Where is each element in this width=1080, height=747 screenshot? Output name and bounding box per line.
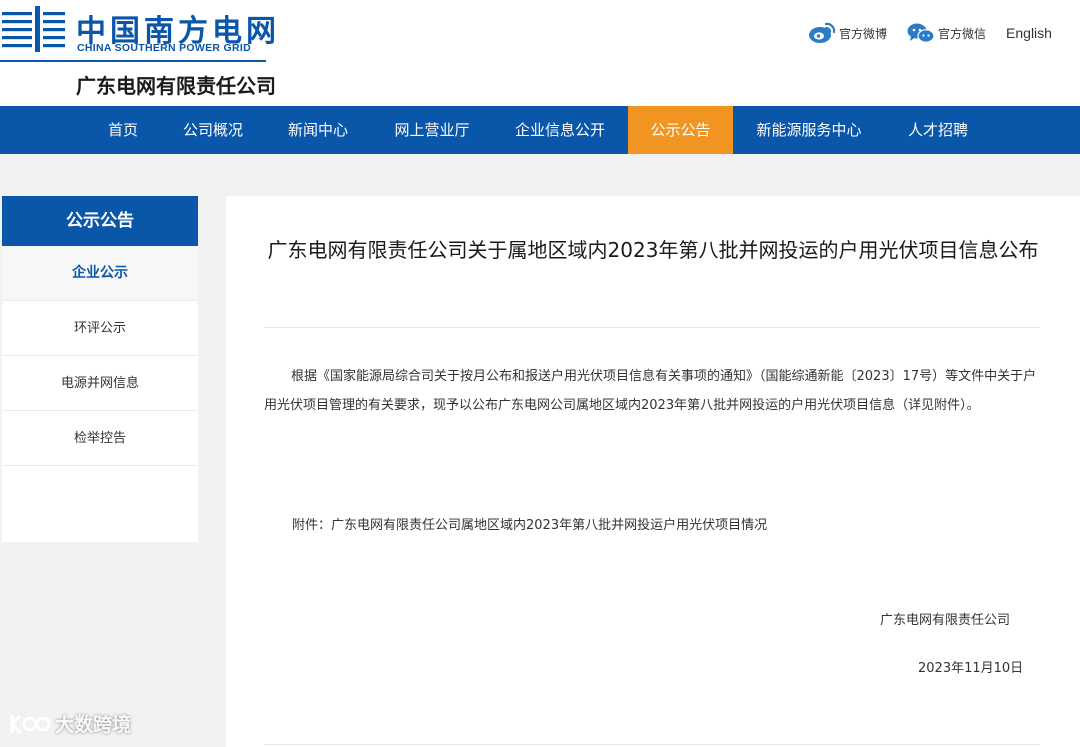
weibo-link-label: 官方微博 (839, 26, 888, 41)
wechat-icon (907, 23, 935, 43)
article-signer: 广东电网有限责任公司 (880, 613, 1011, 628)
nav-item-news-center[interactable]: 新闻中心 (274, 106, 362, 154)
company-name: 广东电网有限责任公司 (76, 74, 276, 98)
watermark-logo-icon (10, 714, 51, 733)
nav-item-info-disclosure[interactable]: 企业信息公开 (500, 106, 620, 154)
weibo-icon (809, 22, 836, 43)
watermark-text: 大数跨境 (55, 714, 132, 736)
sidebar-item-report-complaint[interactable]: 检举控告 (2, 411, 198, 466)
article-panel: 广东电网有限责任公司关于属地区域内2023年第八批并网投运的户用光伏项目信息公布… (226, 196, 1080, 747)
site-header: 中国南方电网 CHINA SOUTHERN POWER GRID 广东电网有限责… (0, 0, 1080, 106)
sidebar-item-grid-connection-info[interactable]: 电源并网信息 (2, 356, 198, 411)
nav-item-home[interactable]: 首页 (92, 106, 154, 154)
nav-item-careers[interactable]: 人才招聘 (894, 106, 982, 154)
attachment-link[interactable]: 附件：广东电网有限责任公司属地区域内2023年第八批并网投运户用光伏项目情况 (292, 514, 767, 533)
sidebar-item-enterprise-notice[interactable]: 企业公示 (2, 246, 198, 301)
logo-divider (0, 60, 266, 62)
weibo-link[interactable]: 官方微博 (808, 22, 887, 44)
main-nav: 首页 公司概况 新闻中心 网上营业厅 企业信息公开 公示公告 新能源服务中心 人… (0, 106, 1080, 154)
wechat-link[interactable]: 官方微信 (907, 22, 986, 44)
nav-item-online-service[interactable]: 网上营业厅 (380, 106, 484, 154)
sidebar: 公示公告 企业公示 环评公示 电源并网信息 检举控告 (2, 196, 198, 542)
watermark: 大数跨境 (8, 710, 131, 737)
title-divider (264, 327, 1040, 328)
article-title: 广东电网有限责任公司关于属地区域内2023年第八批并网投运的户用光伏项目信息公布 (267, 238, 1039, 262)
wechat-link-label: 官方微信 (938, 26, 987, 41)
logo-english-name: CHINA SOUTHERN POWER GRID (77, 42, 251, 54)
sidebar-item-environmental-notice[interactable]: 环评公示 (2, 301, 198, 356)
nav-item-announcements[interactable]: 公示公告 (628, 106, 733, 154)
nav-item-new-energy-service[interactable]: 新能源服务中心 (742, 106, 876, 154)
top-links: 官方微博 官方微信 English (808, 22, 1052, 44)
article-date: 2023年11月10日 (918, 661, 1024, 676)
nav-item-company-overview[interactable]: 公司概况 (170, 106, 256, 154)
sidebar-title: 公示公告 (2, 196, 198, 246)
english-link[interactable]: English (1006, 25, 1052, 41)
bottom-divider (264, 744, 1040, 745)
article-paragraph: 根据《国家能源局综合司关于按月公布和报送户用光伏项目信息有关事项的通知》（国能综… (264, 369, 1037, 413)
grid-logo-icon[interactable] (2, 6, 66, 52)
